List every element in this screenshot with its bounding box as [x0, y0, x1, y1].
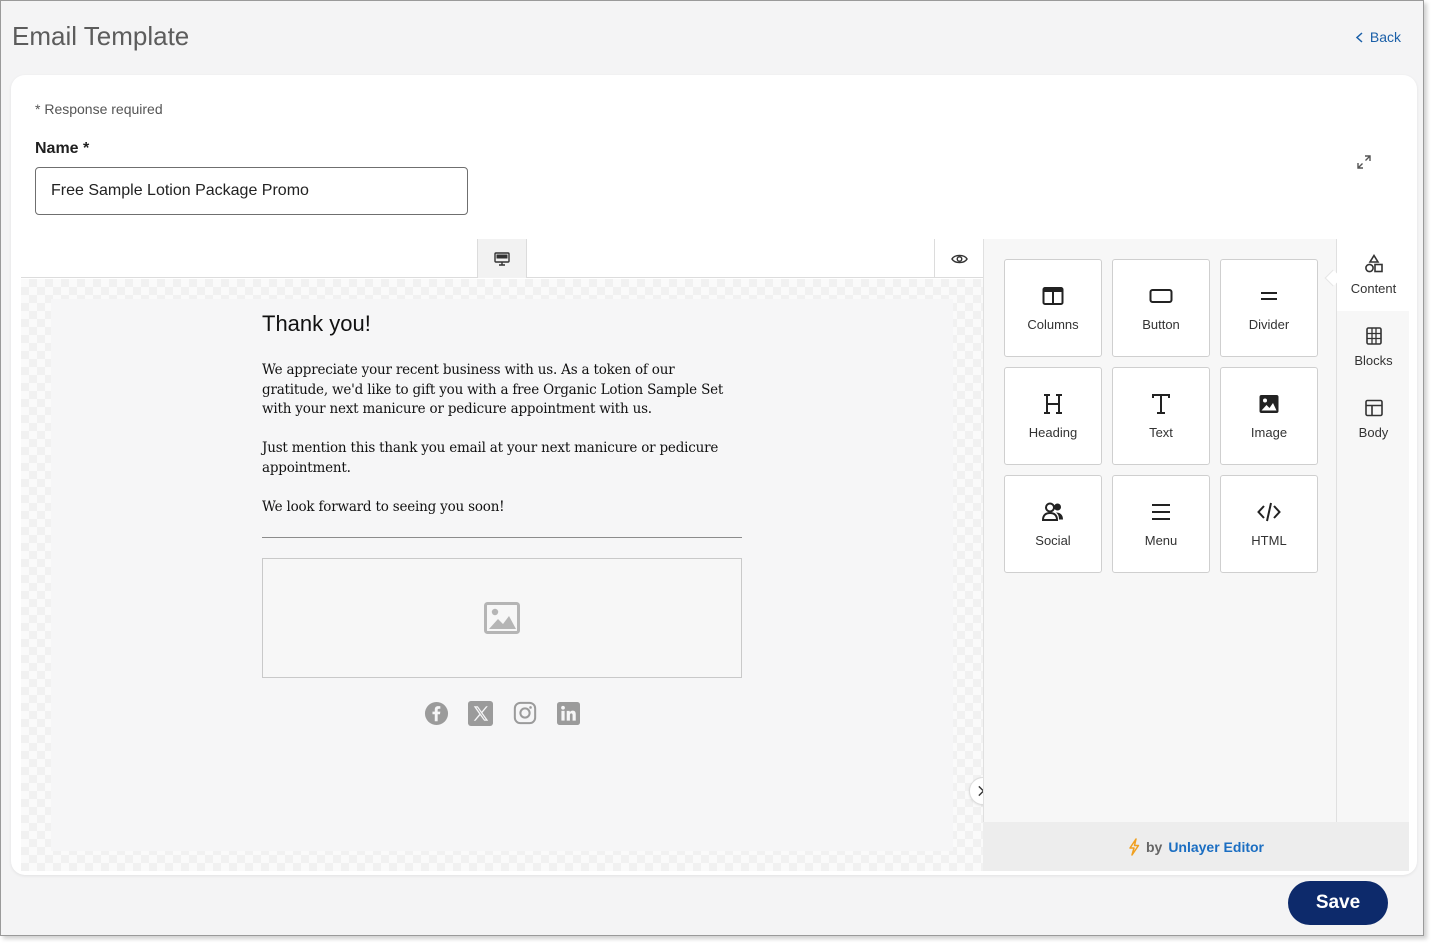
tool-divider[interactable]: Divider — [1220, 259, 1318, 357]
tool-label: HTML — [1251, 533, 1287, 548]
shapes-icon — [1364, 254, 1383, 273]
side-tabs: Content Blocks Body — [1336, 239, 1410, 822]
app-window: Email Template Back * Response required … — [0, 0, 1424, 936]
expand-icon[interactable] — [1355, 153, 1373, 171]
tool-text[interactable]: Text — [1112, 367, 1210, 465]
back-link-label: Back — [1369, 29, 1401, 45]
email-paragraph[interactable]: Just mention this thank you email at you… — [262, 439, 742, 478]
text-icon — [1152, 394, 1170, 414]
body-layout-icon — [1364, 399, 1383, 417]
name-label: Name * — [35, 140, 90, 157]
preview-button[interactable] — [934, 239, 983, 278]
tab-label: Blocks — [1354, 353, 1393, 368]
html-icon — [1257, 502, 1281, 522]
tab-blocks[interactable]: Blocks — [1337, 311, 1410, 383]
page-title: Email Template — [12, 21, 190, 51]
tab-label: Content — [1350, 281, 1397, 296]
tool-label: Menu — [1144, 533, 1178, 548]
email-body[interactable]: Thank you! We appreciate your recent bus… — [51, 299, 953, 851]
social-icons — [424, 700, 581, 726]
instagram-icon[interactable] — [512, 700, 537, 726]
tool-heading[interactable]: Heading — [1004, 367, 1102, 465]
chevron-left-icon — [1355, 31, 1363, 43]
tool-html[interactable]: HTML — [1220, 475, 1318, 573]
tool-menu[interactable]: Menu — [1112, 475, 1210, 573]
name-input[interactable] — [35, 167, 468, 215]
email-paragraph[interactable]: We look forward to seeing you soon! — [262, 498, 742, 518]
email-canvas: Thank you! We appreciate your recent bus… — [21, 279, 983, 871]
image-icon — [484, 602, 520, 634]
eye-icon — [950, 254, 968, 263]
desktop-view-button[interactable] — [477, 239, 527, 278]
columns-icon — [1042, 287, 1064, 305]
tool-label: Heading — [1028, 425, 1078, 440]
tool-label: Button — [1142, 317, 1180, 332]
email-editor: Thank you! We appreciate your recent bus… — [21, 239, 1410, 871]
powered-by-label: by — [1145, 838, 1163, 855]
tool-columns[interactable]: Columns — [1004, 259, 1102, 357]
tab-content[interactable]: Content — [1337, 239, 1410, 311]
tool-label: Image — [1250, 425, 1288, 440]
tool-label: Divider — [1248, 317, 1290, 332]
back-link[interactable]: Back — [1355, 29, 1401, 45]
tool-label: Columns — [1027, 317, 1079, 332]
email-paragraph[interactable]: We appreciate your recent business with … — [262, 361, 742, 420]
social-icon — [1041, 502, 1063, 521]
linkedin-icon[interactable] — [556, 700, 581, 726]
tool-button[interactable]: Button — [1112, 259, 1210, 357]
unlayer-editor-link[interactable]: Unlayer Editor — [1168, 839, 1264, 855]
image-icon — [1259, 395, 1279, 413]
menu-icon — [1152, 504, 1170, 520]
powered-by: by Unlayer Editor — [983, 822, 1409, 871]
monitor-icon — [494, 251, 510, 266]
tool-label: Text — [1149, 425, 1173, 440]
bolt-icon — [1129, 837, 1140, 856]
image-placeholder[interactable] — [262, 558, 742, 678]
tools-panel: Columns Button Divider Heading Text Imag… — [983, 239, 1336, 822]
save-button[interactable]: Save — [1288, 881, 1388, 925]
x-icon[interactable] — [468, 700, 493, 726]
divider-icon — [1261, 292, 1277, 300]
heading-icon — [1044, 394, 1062, 414]
tools-grid: Columns Button Divider Heading Text Imag… — [1004, 259, 1318, 573]
tool-label: Social — [1035, 533, 1071, 548]
tool-social[interactable]: Social — [1004, 475, 1102, 573]
blocks-icon — [1365, 327, 1382, 345]
button-icon — [1149, 289, 1173, 303]
facebook-icon[interactable] — [424, 700, 449, 726]
tool-image[interactable]: Image — [1220, 367, 1318, 465]
email-divider[interactable] — [262, 537, 742, 538]
required-note: * Response required — [35, 101, 163, 117]
tab-body[interactable]: Body — [1337, 383, 1410, 455]
canvas-toolbar — [21, 239, 983, 278]
email-heading[interactable]: Thank you! — [262, 311, 371, 337]
template-card: * Response required Name * Thank you! We… — [11, 75, 1417, 875]
tab-label: Body — [1358, 425, 1389, 440]
